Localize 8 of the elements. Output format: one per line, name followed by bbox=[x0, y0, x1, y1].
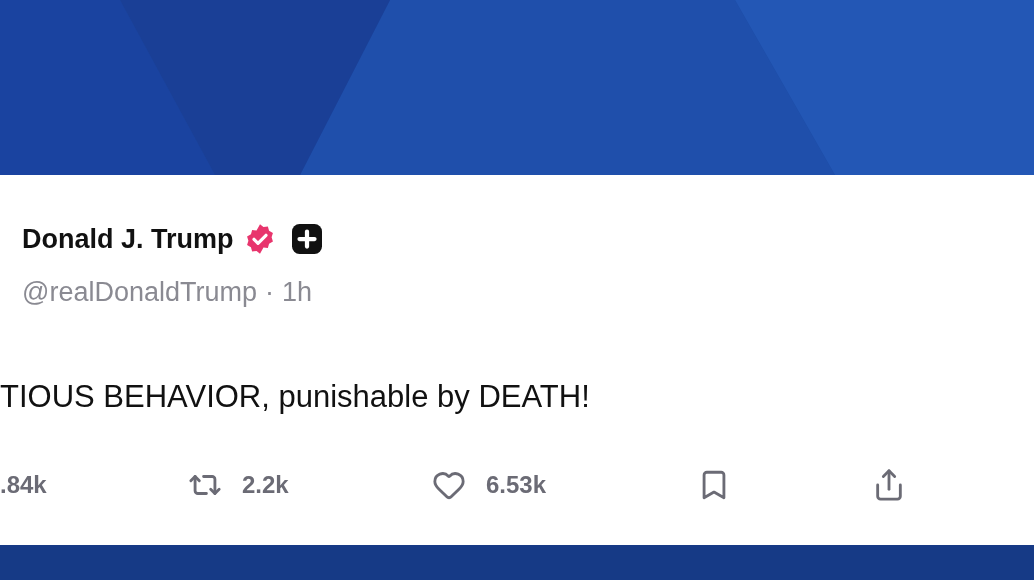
author-name[interactable]: Donald J. Trump bbox=[22, 219, 234, 260]
separator-dot: · bbox=[265, 275, 274, 309]
post-time: 1h bbox=[282, 275, 313, 309]
action-count: 2.2k bbox=[242, 469, 289, 500]
post-text: TIOUS BEHAVIOR, punishable by DEATH! bbox=[0, 378, 591, 416]
plus-badge-icon bbox=[291, 224, 322, 255]
action-count: .84k bbox=[0, 469, 47, 500]
action-count: 6.53k bbox=[486, 469, 547, 500]
